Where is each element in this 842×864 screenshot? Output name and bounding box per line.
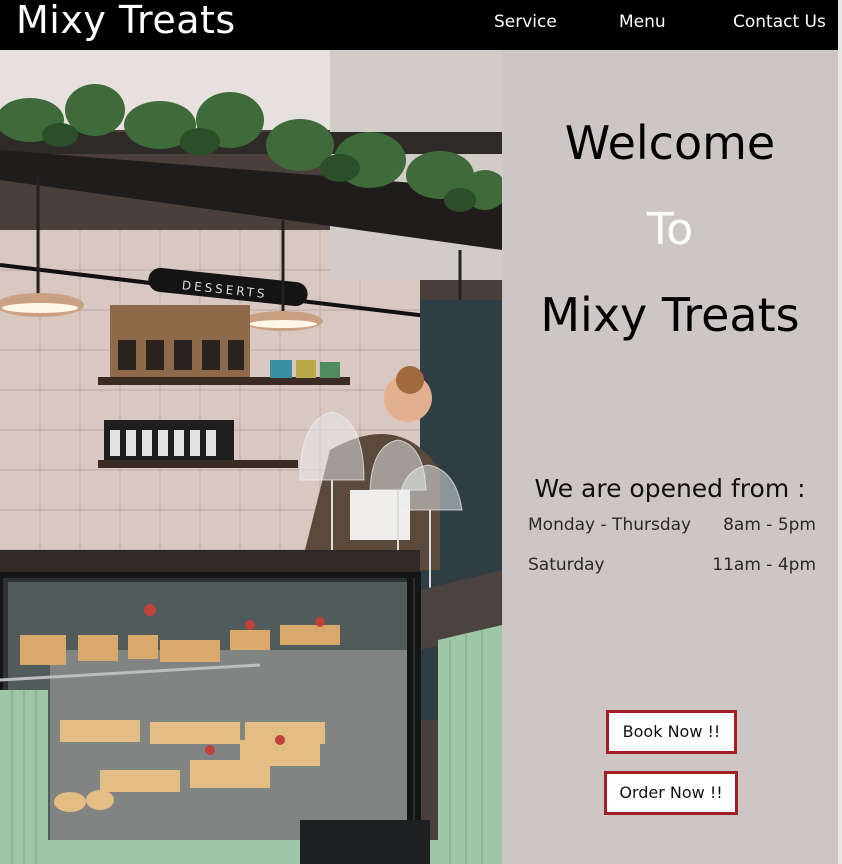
order-now-button[interactable]: Order Now !!: [604, 771, 738, 815]
hours-time: 8am - 5pm: [723, 515, 816, 535]
nav-link-contact-us[interactable]: Contact Us: [733, 12, 826, 32]
welcome-brand-name: Mixy Treats: [540, 288, 800, 342]
hours-days: Monday - Thursday: [528, 515, 692, 535]
welcome-to-text: To: [646, 204, 694, 255]
welcome-heading: Welcome: [564, 116, 776, 170]
bakery-hero-image: DESSERTS: [0, 50, 502, 864]
hours-days: Saturday: [528, 555, 605, 575]
top-navbar: Mixy Treats Service Menu Contact Us: [0, 0, 838, 50]
book-now-button[interactable]: Book Now !!: [606, 710, 737, 754]
nav-link-menu[interactable]: Menu: [619, 12, 666, 32]
brand-logo-text[interactable]: Mixy Treats: [16, 0, 236, 42]
page-scrollbar[interactable]: [838, 0, 842, 864]
welcome-info-panel: Welcome To Mixy Treats We are opened fro…: [502, 50, 838, 864]
hours-time: 11am - 4pm: [712, 555, 816, 575]
opening-hours-title: We are opened from :: [534, 474, 806, 503]
nav-link-service[interactable]: Service: [494, 12, 557, 32]
